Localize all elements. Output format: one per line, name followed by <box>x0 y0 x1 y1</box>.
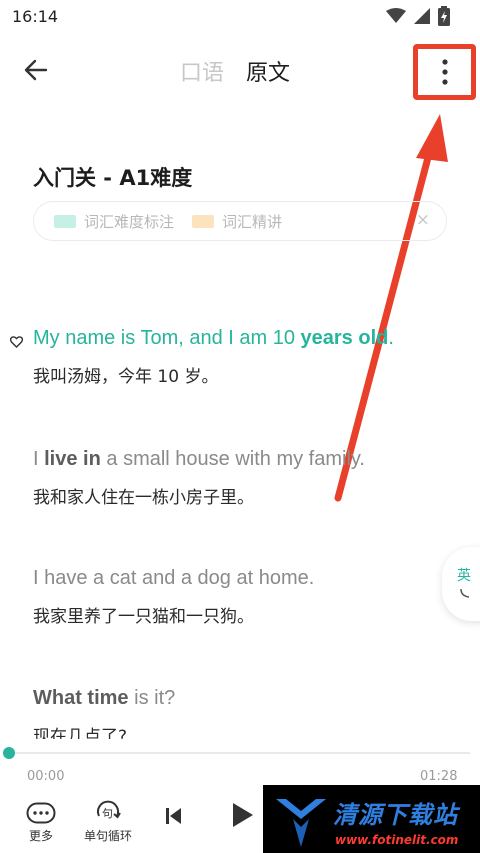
skip-previous-icon <box>166 808 181 824</box>
status-icons <box>386 6 450 26</box>
sentence-zh: 我叫汤姆，今年 10 岁。 <box>33 367 219 387</box>
sentence-loop-button[interactable]: 句 单句循环 <box>84 800 132 844</box>
watermark-url: www.fotinelit.com <box>335 833 459 847</box>
signal-icon <box>414 8 430 24</box>
progress-handle[interactable] <box>3 747 15 759</box>
loop-sentence-icon: 句 <box>97 800 121 820</box>
sentence-en: My name is Tom, and I am 10 years old. <box>33 327 394 349</box>
tab-bar: 口语 原文 <box>180 55 290 87</box>
legend-difficulty-label: 词汇难度标注 <box>84 212 175 231</box>
current-time: 00:00 <box>27 769 65 784</box>
sentence-en: I have a cat and a dog at home. <box>33 567 315 589</box>
more-button[interactable]: 更多 <box>26 802 56 844</box>
logo-icon <box>276 799 326 847</box>
progress-bar[interactable] <box>3 747 470 759</box>
chat-dots-icon <box>26 802 56 824</box>
tab-speaking[interactable]: 口语 <box>180 55 224 87</box>
lesson-title: 入门关 - A1难度 <box>33 166 193 190</box>
sentence-zh: 我家里养了一只猫和一只狗。 <box>33 607 254 627</box>
heart-icon[interactable] <box>10 336 23 348</box>
language-toggle-label: 英 <box>457 568 471 584</box>
sentence-4[interactable]: What time is it? 现在几点了? <box>33 687 453 739</box>
play-icon <box>233 803 253 827</box>
status-time: 16:14 <box>12 7 59 26</box>
sentence-en: What time is it? <box>33 687 176 709</box>
more-button-label: 更多 <box>28 829 53 843</box>
watermark-logo: 清源下载站 www.fotinelit.com <box>263 785 480 853</box>
sentence-zh: 现在几点了? <box>33 727 128 739</box>
sentence-1[interactable]: My name is Tom, and I am 10 years old. 我… <box>33 327 453 387</box>
legend-close-button[interactable]: × <box>416 210 430 230</box>
sentence-2[interactable]: I live in a small house with my family. … <box>33 448 453 508</box>
sentence-en: I live in a small house with my family. <box>33 448 365 470</box>
more-options-button[interactable] <box>413 44 476 100</box>
sentence-3[interactable]: I have a cat and a dog at home. 我家里养了一只猫… <box>33 567 453 627</box>
swatch-explanation <box>192 214 215 228</box>
legend-difficulty[interactable]: 词汇难度标注 <box>54 211 174 232</box>
wifi-icon <box>386 8 406 23</box>
vocab-legend: 词汇难度标注 词汇精讲 × <box>33 201 447 241</box>
more-vertical-icon <box>441 59 448 85</box>
arrow-left-icon <box>24 59 48 81</box>
annotation-arrow <box>334 114 448 502</box>
sentence-zh: 我和家人住在一栋小房子里。 <box>33 488 254 508</box>
back-button[interactable] <box>18 52 54 88</box>
previous-button[interactable] <box>165 807 183 825</box>
top-bar: 口语 原文 <box>0 40 480 100</box>
play-button[interactable] <box>232 802 254 828</box>
legend-explanation[interactable]: 词汇精讲 <box>192 211 282 232</box>
curve-icon <box>460 588 470 598</box>
legend-explanation-label: 词汇精讲 <box>222 212 283 231</box>
battery-icon <box>438 6 450 26</box>
swatch-difficulty <box>54 214 76 228</box>
tab-original-text[interactable]: 原文 <box>246 55 290 87</box>
total-time: 01:28 <box>420 769 458 784</box>
status-bar: 16:14 <box>0 0 480 34</box>
sentence-loop-label: 单句循环 <box>84 829 133 843</box>
watermark-title: 清源下载站 <box>333 801 458 829</box>
svg-text:句: 句 <box>102 807 113 820</box>
